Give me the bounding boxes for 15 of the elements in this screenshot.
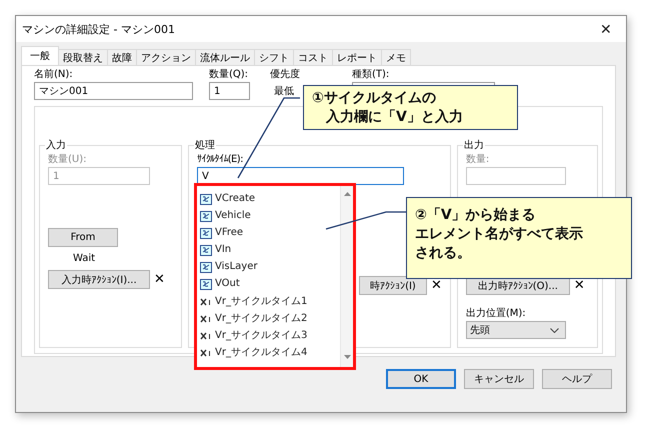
field-label: 名前(N): — [34, 68, 74, 82]
field-label: 種類(T): — [352, 68, 390, 82]
field-label: 出力位置(M): — [466, 307, 526, 321]
window-title: マシンの詳細設定 - マシン001 — [22, 22, 175, 36]
group-title: 出力 — [462, 138, 485, 152]
callout-tooltip: ②「V」から始まる エレメント名がすべて表示 される。 — [406, 197, 632, 279]
field-label: ｻｲｸﾙﾀｲﾑ(E): — [196, 153, 243, 167]
field-label: 数量(U): — [48, 153, 86, 167]
callout-tooltip: ①サイクルタイムの 入力欄に「V」と入力 — [303, 85, 518, 130]
field-label: 優先度 — [270, 68, 301, 82]
field-label: 数量: — [466, 153, 490, 167]
group-title: 入力 — [45, 138, 67, 152]
field-label: 数量(Q): — [209, 68, 250, 82]
group-title: 処理 — [194, 138, 216, 152]
wait-label: Wait — [73, 252, 96, 266]
